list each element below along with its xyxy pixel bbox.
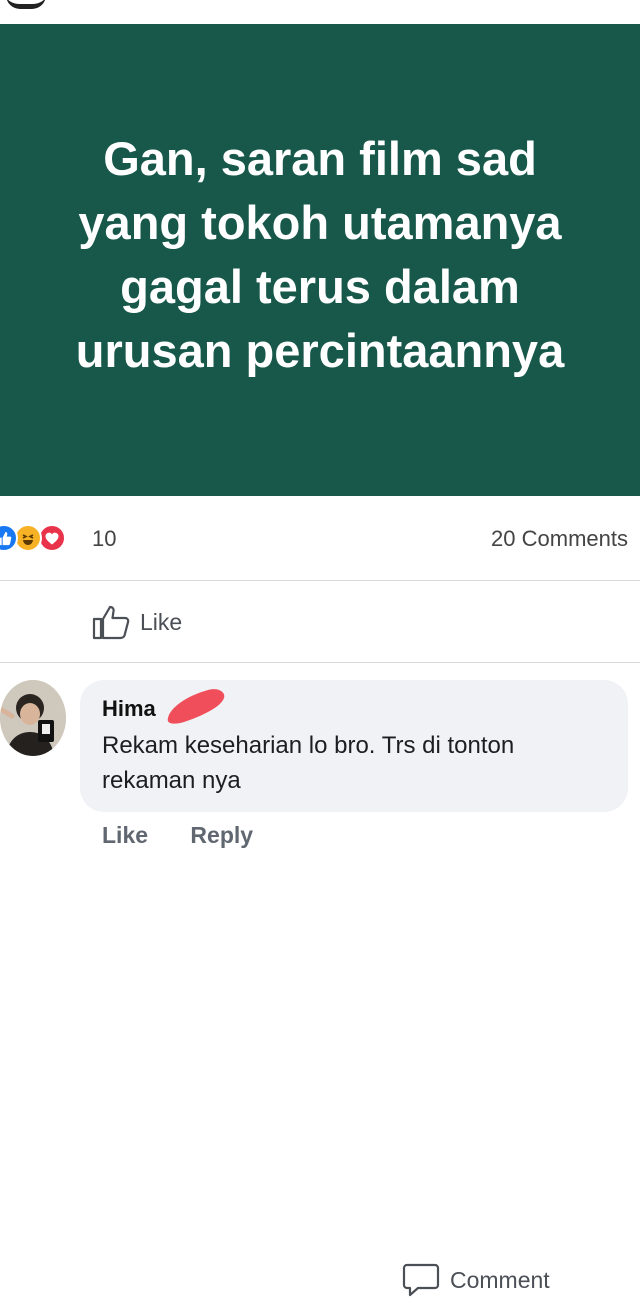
post-text-line: urusan percintaannya xyxy=(75,324,565,377)
comment-button[interactable]: Comment xyxy=(402,1262,640,1298)
post-action-bar: Like Comment xyxy=(0,582,640,1297)
post-text: Gan, saran film sad yang tokoh utamanya … xyxy=(20,127,620,383)
comments-count[interactable]: 20 Comments xyxy=(491,526,628,552)
like-button-label: Like xyxy=(140,608,183,635)
actions-divider xyxy=(0,662,640,663)
comment-text: Rekam keseharian lo bro. Trs di tonton r… xyxy=(102,732,515,794)
top-status-area xyxy=(0,0,640,24)
reaction-icons[interactable] xyxy=(0,524,86,554)
post-text-card: Gan, saran film sad yang tokoh utamanya … xyxy=(0,24,640,496)
post-text-line: gagal terus dalam xyxy=(120,260,520,313)
reaction-summary[interactable]: 10 20 Comments xyxy=(0,522,640,556)
redaction-mark xyxy=(167,689,225,724)
thumbs-up-icon xyxy=(92,605,130,640)
comment-reply-link[interactable]: Reply xyxy=(190,822,253,848)
post-text-line: yang tokoh utamanya xyxy=(78,196,562,249)
comment-actions: Like Reply xyxy=(102,822,289,849)
love-reaction-icon xyxy=(38,524,66,552)
top-cropped-mark xyxy=(6,0,46,9)
comment-bubble: Hima Rekam keseharian lo bro. Trs di ton… xyxy=(80,680,628,812)
stats-divider xyxy=(0,580,640,581)
commenter-name[interactable]: Hima xyxy=(102,696,156,722)
like-button[interactable]: Like xyxy=(92,604,182,640)
comment-button-label: Comment xyxy=(450,1266,550,1293)
haha-reaction-icon xyxy=(14,524,42,552)
commenter-avatar[interactable] xyxy=(0,680,66,756)
post-text-line: Gan, saran film sad xyxy=(103,132,537,185)
comment-like-link[interactable]: Like xyxy=(102,822,148,848)
reaction-count[interactable]: 10 xyxy=(92,526,116,552)
avatar-photo xyxy=(0,680,66,756)
comment-bubble-icon xyxy=(402,1263,440,1297)
like-reaction-icon xyxy=(0,524,18,552)
